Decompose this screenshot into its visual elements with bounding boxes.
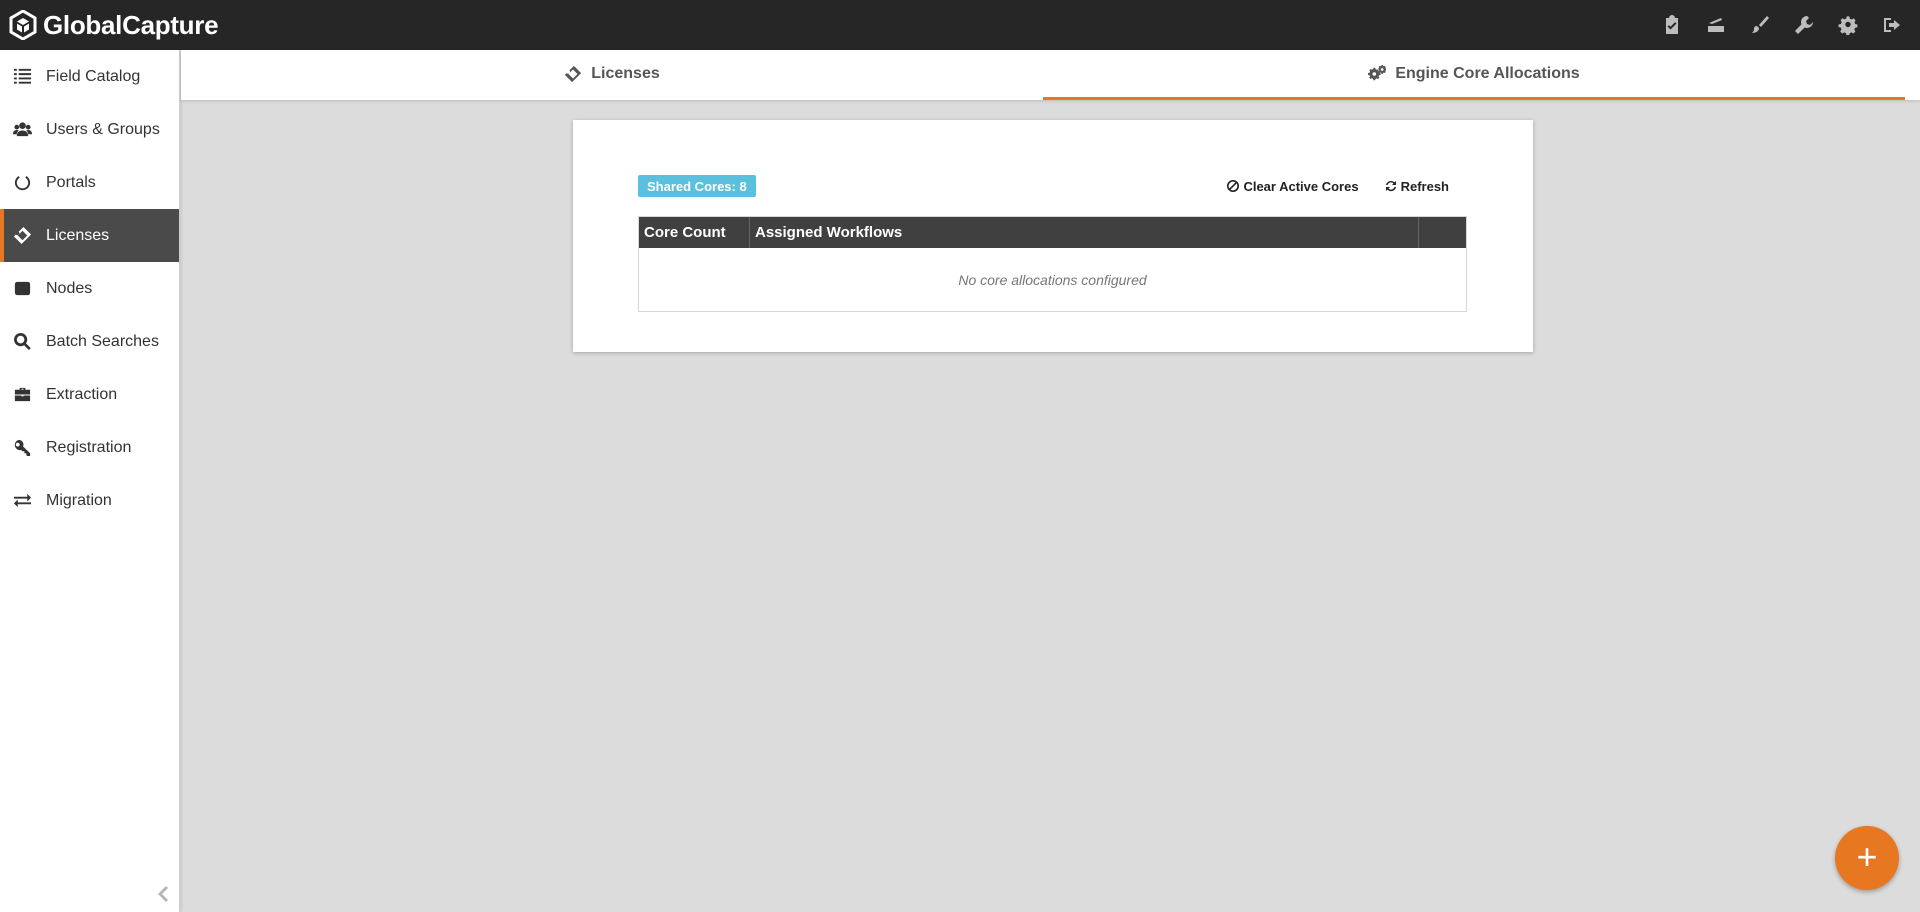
briefcase-icon <box>11 384 33 406</box>
sidebar-item-label: Users & Groups <box>46 120 160 138</box>
tab-label: Engine Core Allocations <box>1395 64 1580 82</box>
tab-engine-core-allocations[interactable]: Engine Core Allocations <box>1043 50 1905 100</box>
circle-notch-icon <box>11 172 33 194</box>
top-bar: GlobalCapture <box>0 0 1920 50</box>
tab-bar: Licenses Engine Core Allocations <box>181 50 1920 100</box>
sidebar-item-registration[interactable]: Registration <box>0 421 179 474</box>
chevron-left-icon <box>158 886 168 902</box>
clipboard-check-icon <box>1666 15 1678 34</box>
globalcapture-logo-icon <box>9 10 37 40</box>
add-allocation-button[interactable]: + <box>1835 826 1899 890</box>
sidebar-item-label: Migration <box>46 491 112 509</box>
settings-button[interactable] <box>1826 0 1870 50</box>
wrench-icon <box>1795 16 1813 34</box>
brand-name: GlobalCapture <box>43 9 219 40</box>
exchange-icon <box>11 490 33 512</box>
column-header-actions <box>1419 217 1466 248</box>
refresh-label: Refresh <box>1400 178 1449 194</box>
table-header: Core Count Assigned Workflows <box>639 217 1466 248</box>
sidebar-item-batch-searches[interactable]: Batch Searches <box>0 315 179 368</box>
sidebar-item-label: Portals <box>46 173 96 191</box>
refresh-button[interactable]: Refresh <box>1385 179 1449 194</box>
sidebar-item-label: Field Catalog <box>46 67 141 85</box>
panel-actions: Clear Active Cores Refresh <box>1201 175 1449 197</box>
square-icon <box>11 278 33 300</box>
sidebar-item-label: Nodes <box>46 279 93 297</box>
scanner-button[interactable] <box>1694 0 1738 50</box>
clipboard-check-button[interactable] <box>1650 0 1694 50</box>
shared-cores-badge: Shared Cores: 8 <box>638 175 756 197</box>
clear-active-cores-button[interactable]: Clear Active Cores <box>1227 178 1359 194</box>
gear-icon <box>1838 16 1858 35</box>
ban-icon <box>1227 180 1240 192</box>
sidebar-item-label: Batch Searches <box>46 332 159 350</box>
sidebar-item-nodes[interactable]: Nodes <box>0 262 179 315</box>
tab-spacer <box>1905 50 1920 100</box>
sidebar-item-migration[interactable]: Migration <box>0 474 179 527</box>
key-icon <box>11 437 33 459</box>
sign-out-button[interactable] <box>1870 0 1914 50</box>
ticket-icon <box>565 65 582 82</box>
column-header-assigned-workflows[interactable]: Assigned Workflows <box>750 217 1419 248</box>
plus-icon: + <box>1856 835 1878 877</box>
sidebar-item-label: Extraction <box>46 385 118 403</box>
tab-licenses[interactable]: Licenses <box>181 50 1043 100</box>
ticket-icon <box>11 225 33 247</box>
tab-label: Licenses <box>591 64 660 82</box>
sidebar-item-label: Licenses <box>46 226 110 244</box>
list-icon <box>11 66 33 88</box>
top-actions <box>1650 0 1914 50</box>
users-icon <box>11 119 33 141</box>
refresh-icon <box>1385 180 1396 192</box>
brand[interactable]: GlobalCapture <box>0 9 219 41</box>
sign-out-icon <box>1884 18 1900 32</box>
collapse-sidebar-button[interactable] <box>154 882 172 906</box>
sidebar-item-field-catalog[interactable]: Field Catalog <box>0 50 179 103</box>
search-icon <box>11 331 33 353</box>
column-header-core-count[interactable]: Core Count <box>639 217 750 248</box>
core-allocations-table: Core Count Assigned Workflows No core al… <box>638 216 1467 312</box>
brush-icon <box>1752 16 1769 33</box>
clear-active-cores-label: Clear Active Cores <box>1243 178 1359 194</box>
sidebar-item-extraction[interactable]: Extraction <box>0 368 179 421</box>
brush-button[interactable] <box>1738 0 1782 50</box>
sidebar-item-licenses[interactable]: Licenses <box>0 209 179 262</box>
cogs-icon <box>1368 64 1387 80</box>
sidebar-item-portals[interactable]: Portals <box>0 156 179 209</box>
engine-core-allocations-panel: Shared Cores: 8 Clear Active Cores Refre… <box>573 120 1533 352</box>
scanner-icon <box>1708 18 1724 32</box>
sidebar-item-label: Registration <box>46 438 132 456</box>
wrench-button[interactable] <box>1782 0 1826 50</box>
sidebar: Field Catalog Users & Groups Portals Lic… <box>0 50 180 912</box>
table-empty-message: No core allocations configured <box>958 271 1147 288</box>
sidebar-item-users-groups[interactable]: Users & Groups <box>0 103 179 156</box>
